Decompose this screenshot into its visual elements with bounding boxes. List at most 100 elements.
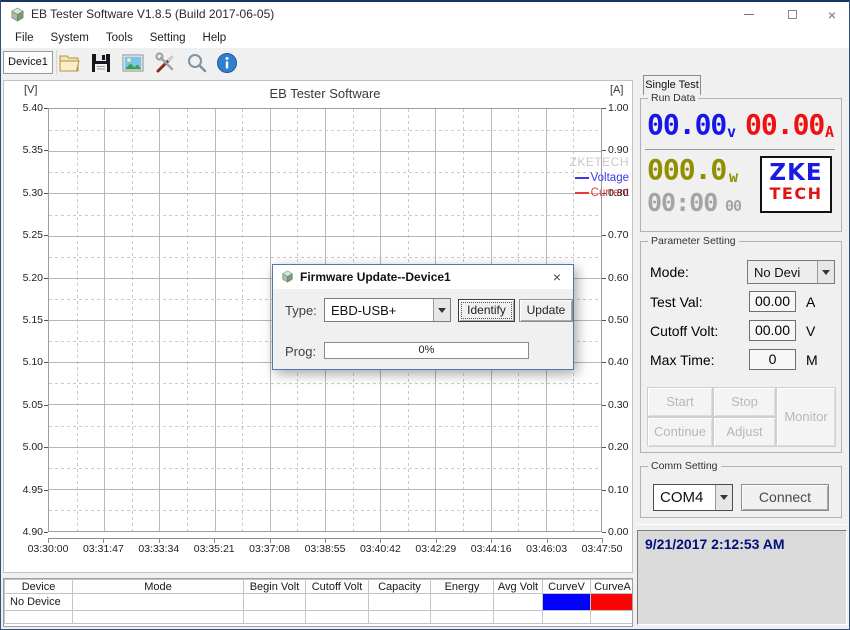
status-log-panel: 9/21/2017 2:12:53 AM [637, 530, 847, 625]
x-axis-tick [325, 538, 326, 543]
toolbar: Device1 [1, 48, 849, 78]
y-axis-right-tick-label: 0.30 [608, 399, 636, 411]
x-axis-tick [436, 538, 437, 543]
y-axis-right-tick [602, 532, 606, 533]
y-axis-left-tick-label: 5.00 [4, 441, 43, 453]
voltage-display: 00.00 [647, 111, 726, 139]
device-tab-button[interactable]: Device1 [3, 51, 53, 74]
tools-icon[interactable] [153, 51, 177, 75]
monitor-button[interactable]: Monitor [776, 387, 836, 447]
y-axis-left-tick-label: 5.15 [4, 314, 43, 326]
menu-item-tools[interactable]: Tools [99, 30, 140, 46]
zoom-icon[interactable] [185, 51, 209, 75]
x-axis-tick-label: 03:42:29 [406, 543, 466, 555]
table-cell[interactable]: No Device [5, 594, 73, 611]
test-val-input[interactable]: 00.00 [749, 291, 796, 312]
save-icon[interactable] [89, 51, 113, 75]
maximize-button[interactable] [775, 2, 809, 27]
table-row[interactable]: No Device [5, 594, 634, 611]
table-cell[interactable] [591, 611, 634, 624]
table-cell[interactable] [73, 611, 244, 624]
table-cell[interactable] [244, 594, 306, 611]
chevron-down-icon[interactable] [715, 485, 732, 510]
y-axis-right-tick [602, 362, 606, 363]
results-table-container: DeviceModeBegin VoltCutoff VoltCapacityE… [3, 578, 633, 627]
firmware-progress-bar: 0% [324, 342, 529, 359]
y-axis-left-tick [44, 193, 48, 194]
dialog-title-bar[interactable]: Firmware Update--Device1 × [273, 265, 573, 289]
run-data-group: Run Data 00.00 v 00.00 A 000.0 w 00:00 0… [640, 98, 842, 232]
x-axis-tick-label: 03:33:34 [129, 543, 189, 555]
mode-value: No Devi [748, 265, 817, 280]
x-axis-tick-label: 03:37:08 [240, 543, 300, 555]
y-axis-right-tick-label: 0.00 [608, 526, 636, 538]
y-axis-left-tick-label: 5.25 [4, 229, 43, 241]
open-folder-icon[interactable] [57, 51, 81, 75]
update-button[interactable]: Update [519, 299, 573, 322]
y-axis-right-tick [602, 193, 606, 194]
y-axis-right-tick [602, 235, 606, 236]
close-button[interactable]: × [815, 2, 849, 27]
start-button[interactable]: Start [647, 387, 713, 417]
power-display: 000.0 [647, 156, 726, 184]
x-axis-tick-label: 03:44:16 [461, 543, 521, 555]
y-axis-left-tick [44, 405, 48, 406]
y-axis-right-tick-label: 0.10 [608, 484, 636, 496]
table-cell[interactable] [431, 594, 494, 611]
table-cell[interactable] [369, 594, 431, 611]
table-cell[interactable] [494, 611, 543, 624]
y-axis-left-tick [44, 362, 48, 363]
y-axis-right-tick [602, 278, 606, 279]
table-cell[interactable] [306, 594, 369, 611]
menu-item-file[interactable]: File [8, 30, 41, 46]
table-cell[interactable] [494, 594, 543, 611]
menu-item-help[interactable]: Help [196, 30, 234, 46]
image-icon[interactable] [121, 51, 145, 75]
mode-select[interactable]: No Devi [747, 260, 835, 284]
table-cell[interactable] [306, 611, 369, 624]
title-bar[interactable]: EB Tester Software V1.8.5 (Build 2017-06… [1, 2, 849, 27]
table-cell[interactable] [543, 594, 591, 611]
stop-button[interactable]: Stop [713, 387, 776, 417]
table-cell[interactable] [5, 611, 73, 624]
table-header-capacity: Capacity [369, 580, 431, 594]
y-axis-right-tick [602, 320, 606, 321]
connect-button[interactable]: Connect [741, 484, 829, 511]
info-icon[interactable] [215, 51, 239, 75]
dialog-close-button[interactable]: × [549, 265, 565, 289]
table-cell[interactable] [543, 611, 591, 624]
table-cell[interactable] [431, 611, 494, 624]
chevron-down-icon[interactable] [817, 261, 834, 283]
table-cell[interactable] [591, 594, 634, 611]
zke-tech-logo: ZKE TECH [760, 156, 832, 213]
chevron-down-icon[interactable] [433, 299, 450, 321]
firmware-type-select[interactable]: EBD-USB+ [324, 298, 451, 322]
y-axis-left-tick-label: 5.40 [4, 102, 43, 114]
table-cell[interactable] [244, 611, 306, 624]
legend-voltage: Voltage [469, 172, 629, 184]
menu-item-setting[interactable]: Setting [143, 30, 193, 46]
y-axis-left-tick [44, 278, 48, 279]
table-header-begin-volt: Begin Volt [244, 580, 306, 594]
com-port-select[interactable]: COM4 [653, 484, 733, 511]
y-axis-right-tick-label: 1.00 [608, 102, 636, 114]
table-row[interactable] [5, 611, 634, 624]
identify-button[interactable]: Identify [458, 299, 515, 322]
y-axis-left-tick-label: 4.90 [4, 526, 43, 538]
cutoff-volt-input[interactable]: 00.00 [749, 320, 796, 341]
progress-percent-text: 0% [325, 343, 528, 358]
continue-button[interactable]: Continue [647, 417, 713, 447]
adjust-button[interactable]: Adjust [713, 417, 776, 447]
max-time-input[interactable]: 0 [749, 349, 796, 370]
minimize-button[interactable] [732, 2, 766, 27]
y-axis-right-tick-label: 0.60 [608, 272, 636, 284]
x-axis-tick-label: 03:31:47 [73, 543, 133, 555]
menu-item-system[interactable]: System [44, 30, 96, 46]
cutoff-volt-unit: V [806, 323, 815, 339]
y-axis-left-tick-label: 5.30 [4, 187, 43, 199]
y-axis-right-tick [602, 405, 606, 406]
run-data-group-label: Run Data [648, 92, 698, 104]
table-cell[interactable] [73, 594, 244, 611]
x-axis-tick [491, 538, 492, 543]
table-cell[interactable] [369, 611, 431, 624]
